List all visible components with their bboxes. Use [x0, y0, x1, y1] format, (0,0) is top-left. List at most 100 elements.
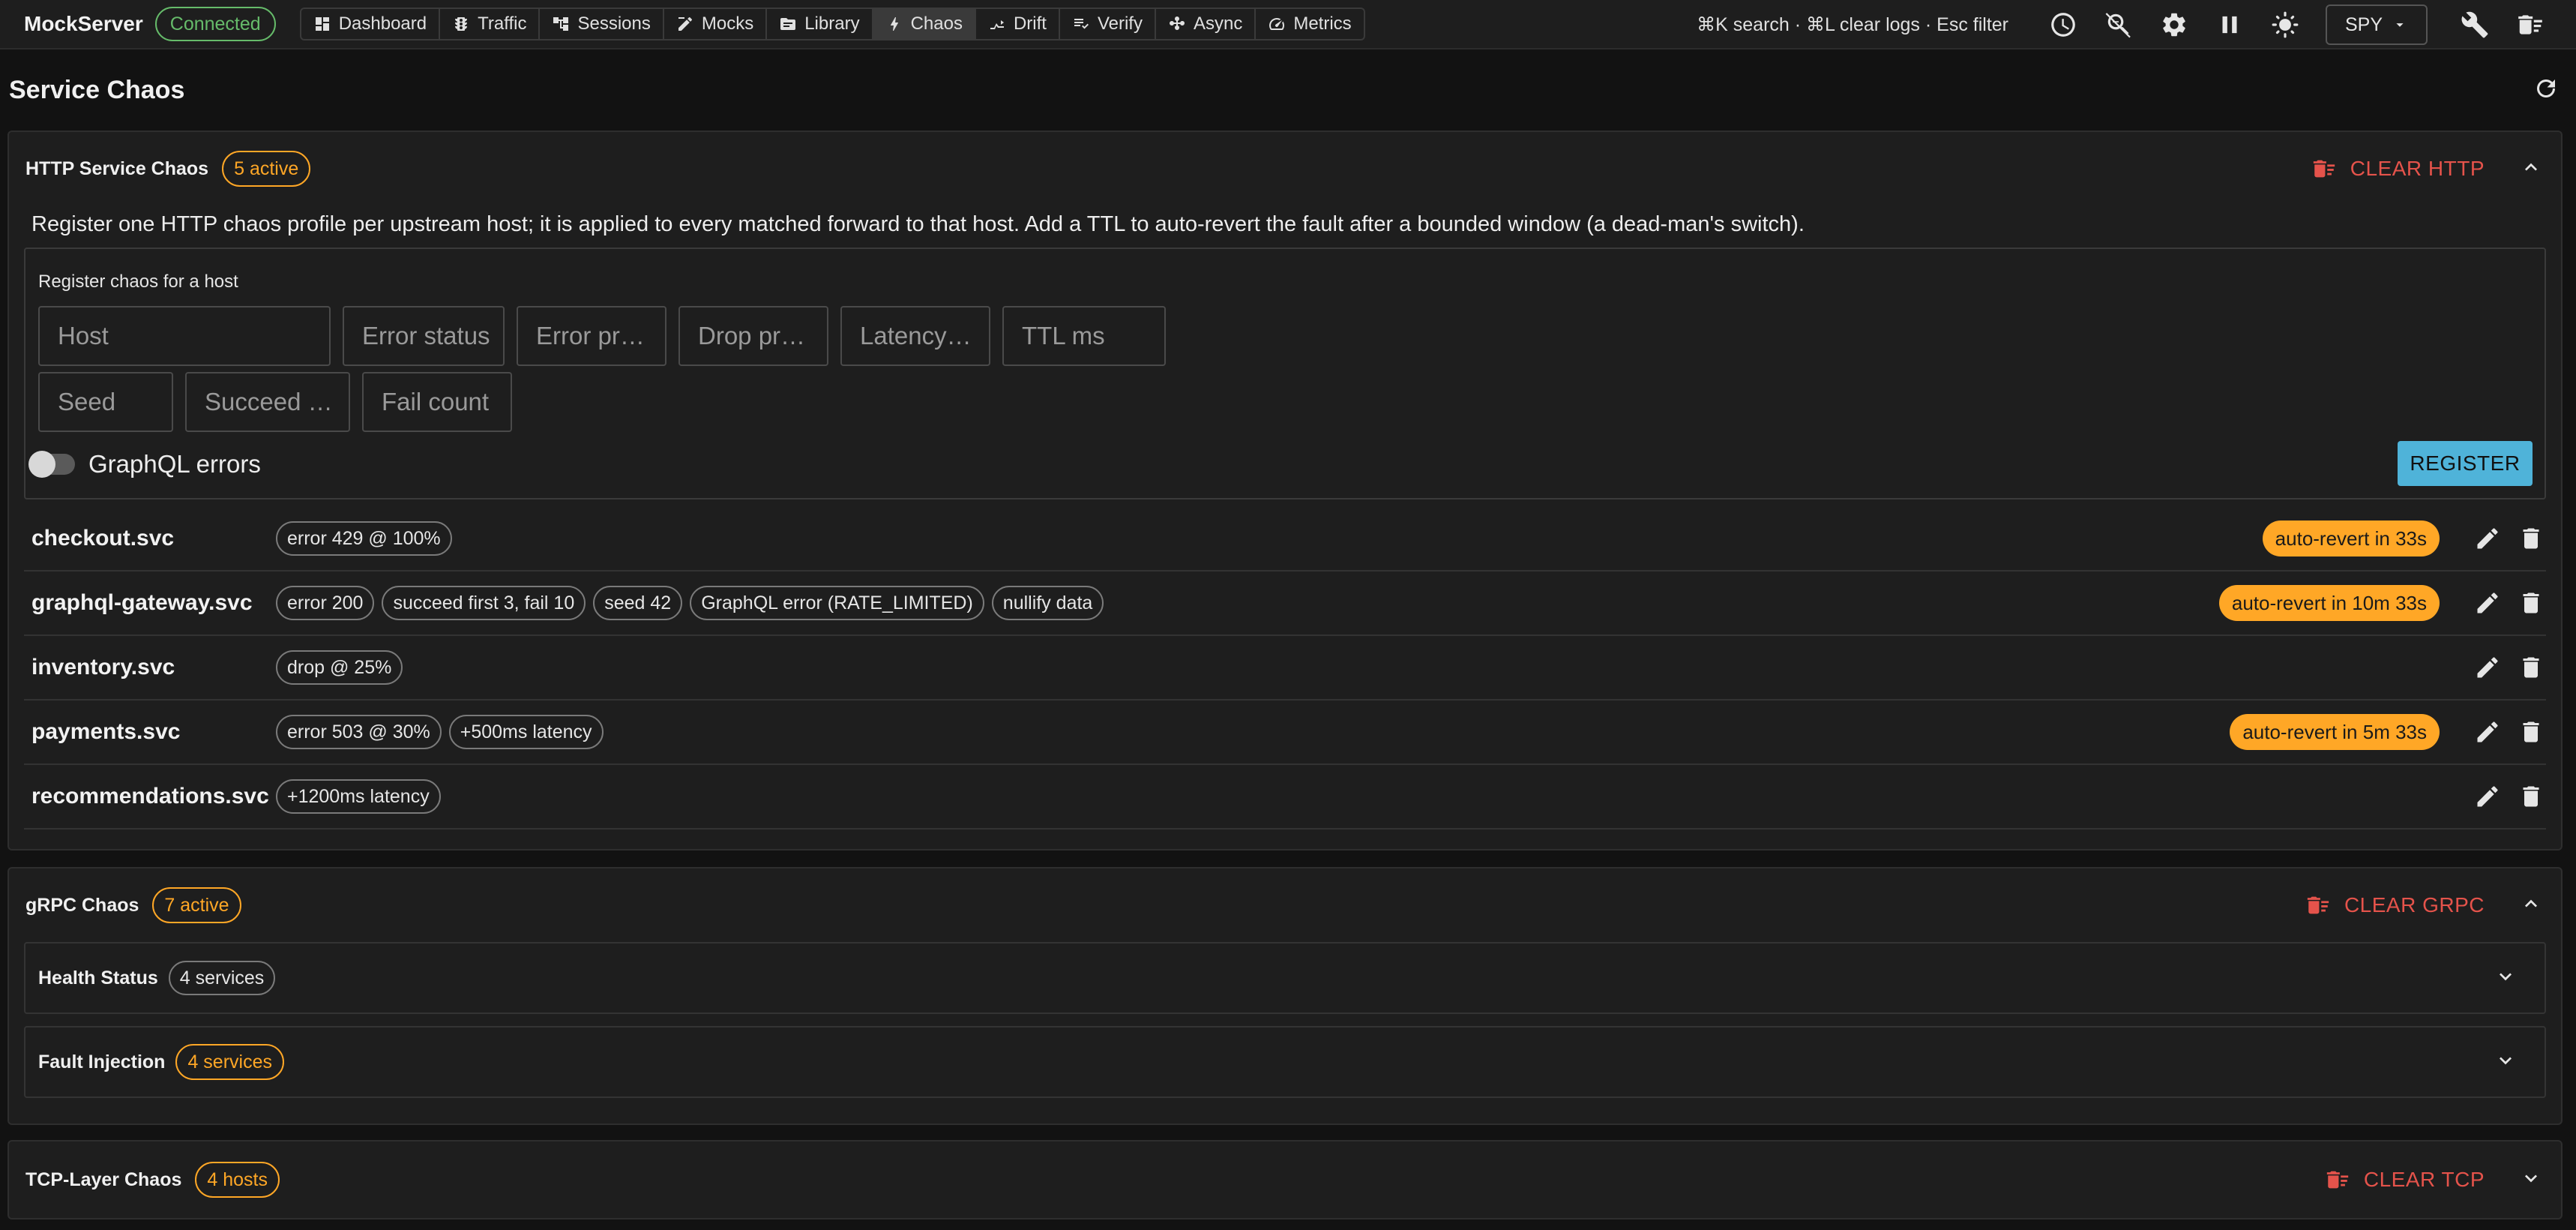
- trash-icon: [2518, 718, 2545, 746]
- ttl-ms-input[interactable]: TTL ms: [1002, 306, 1166, 366]
- fault-tag: nullify data: [991, 586, 1104, 620]
- clear-tcp-button[interactable]: CLEAR TCP: [2325, 1167, 2485, 1192]
- fault-tag: error 429 @ 100%: [276, 521, 452, 556]
- latency-input[interactable]: Latency…: [840, 306, 990, 366]
- expand-health-button[interactable]: [2494, 964, 2518, 992]
- health-status-section[interactable]: Health Status 4 services: [24, 942, 2546, 1014]
- trash-icon: [2518, 590, 2545, 616]
- edit-button[interactable]: [2473, 652, 2503, 682]
- nav-tab-dashboard[interactable]: Dashboard: [301, 9, 441, 39]
- table-row: payments.svc error 503 @ 30% +500ms late…: [24, 700, 2546, 765]
- nav-tab-label: Chaos: [910, 14, 963, 34]
- verify-icon: [1072, 15, 1090, 33]
- health-services-badge: 4 services: [168, 961, 276, 995]
- nav-tab-sessions[interactable]: Sessions: [540, 9, 664, 39]
- seed-input[interactable]: Seed: [38, 372, 173, 432]
- search-off-button[interactable]: [2104, 10, 2134, 40]
- history-button[interactable]: [2048, 10, 2078, 40]
- traffic-icon: [452, 15, 470, 33]
- clear-all-icon: [2305, 892, 2331, 918]
- error-probability-input[interactable]: Error pr…: [517, 306, 666, 366]
- clear-tcp-label: CLEAR TCP: [2363, 1168, 2485, 1191]
- edit-button[interactable]: [2473, 782, 2503, 812]
- nav-tab-metrics[interactable]: Metrics: [1256, 9, 1363, 39]
- tcp-hosts-badge: 4 hosts: [195, 1162, 280, 1198]
- delete-button[interactable]: [2516, 652, 2546, 682]
- mode-select[interactable]: SPY: [2326, 4, 2428, 45]
- http-chaos-header[interactable]: HTTP Service Chaos 5 active CLEAR HTTP: [9, 132, 2561, 206]
- page-title: Service Chaos: [9, 75, 185, 104]
- pencil-icon: [2474, 590, 2501, 616]
- fault-injection-title: Fault Injection: [38, 1051, 166, 1072]
- sessions-icon: [552, 15, 570, 33]
- nav-tab-label: Async: [1193, 14, 1243, 34]
- theme-toggle-button[interactable]: [2270, 10, 2300, 40]
- nav-tab-label: Drift: [1013, 14, 1047, 34]
- clear-grpc-button[interactable]: CLEAR GRPC: [2305, 892, 2485, 918]
- clear-all-icon: [2311, 156, 2337, 182]
- chevron-down-icon: [2494, 964, 2518, 988]
- http-active-badge: 5 active: [222, 151, 311, 187]
- tcp-chaos-title: TCP-Layer Chaos: [25, 1168, 182, 1190]
- delete-button[interactable]: [2516, 717, 2546, 747]
- delete-button[interactable]: [2516, 524, 2546, 554]
- nav-tab-verify[interactable]: Verify: [1060, 9, 1156, 39]
- fail-count-input[interactable]: Fail count: [362, 372, 512, 432]
- host-input[interactable]: Host: [38, 306, 331, 366]
- toggle-track: [28, 451, 75, 478]
- edit-button[interactable]: [2473, 588, 2503, 618]
- host-name: graphql-gateway.svc: [31, 590, 253, 615]
- delete-button[interactable]: [2516, 588, 2546, 618]
- nav-tab-traffic[interactable]: Traffic: [440, 9, 541, 39]
- clear-http-button[interactable]: CLEAR HTTP: [2311, 156, 2485, 182]
- delete-button[interactable]: [2516, 782, 2546, 812]
- top-app-bar: MockServer Connected Dashboard Traffic S…: [0, 0, 2576, 50]
- graphql-errors-toggle[interactable]: GraphQL errors: [28, 450, 261, 478]
- expand-fault-button[interactable]: [2494, 1048, 2518, 1076]
- fault-tag: GraphQL error (RATE_LIMITED): [690, 586, 984, 620]
- drop-probability-input[interactable]: Drop pr…: [678, 306, 828, 366]
- fault-injection-section[interactable]: Fault Injection 4 services: [24, 1026, 2546, 1098]
- caret-down-icon: [2392, 16, 2408, 33]
- settings-button[interactable]: [2159, 10, 2189, 40]
- clear-all-icon: [2516, 10, 2545, 39]
- collapse-grpc-button[interactable]: [2519, 892, 2543, 920]
- pause-icon: [2215, 10, 2244, 39]
- edit-button[interactable]: [2473, 524, 2503, 554]
- speed-icon: [1268, 15, 1286, 33]
- grpc-chaos-title: gRPC Chaos: [25, 894, 139, 916]
- error-status-input[interactable]: Error status: [343, 306, 505, 366]
- http-chaos-card: HTTP Service Chaos 5 active CLEAR HTTP R…: [7, 130, 2563, 850]
- nav-tab-mocks[interactable]: Mocks: [664, 9, 768, 39]
- nav-tab-library[interactable]: Library: [767, 9, 873, 39]
- fault-services-badge: 4 services: [175, 1044, 284, 1080]
- tcp-chaos-header[interactable]: TCP-Layer Chaos 4 hosts CLEAR TCP: [9, 1142, 2561, 1218]
- grpc-active-badge: 7 active: [152, 887, 241, 923]
- register-button[interactable]: REGISTER: [2398, 441, 2533, 486]
- collapse-http-button[interactable]: [2519, 155, 2543, 183]
- page-header: Service Chaos: [0, 50, 2576, 130]
- nav-tab-drift[interactable]: Drift: [976, 9, 1060, 39]
- pause-button[interactable]: [2215, 10, 2245, 40]
- clear-all-button[interactable]: [2515, 10, 2545, 40]
- expand-tcp-button[interactable]: [2519, 1166, 2543, 1194]
- bolt-icon: [885, 15, 903, 33]
- tools-button[interactable]: [2460, 10, 2490, 40]
- pencil-icon: [2474, 525, 2501, 552]
- chevron-up-icon: [2519, 155, 2543, 179]
- refresh-button[interactable]: [2533, 75, 2560, 106]
- nav-tab-async[interactable]: Async: [1156, 9, 1257, 39]
- fault-tag: error 503 @ 30%: [276, 715, 442, 749]
- trash-icon: [2518, 525, 2545, 552]
- app-title: MockServer: [24, 12, 143, 35]
- nav-tab-chaos[interactable]: Chaos: [873, 9, 976, 39]
- succeed-first-input[interactable]: Succeed …: [185, 372, 350, 432]
- clear-http-label: CLEAR HTTP: [2350, 157, 2485, 180]
- drift-icon: [988, 15, 1006, 33]
- grpc-chaos-header[interactable]: gRPC Chaos 7 active CLEAR GRPC: [9, 868, 2561, 942]
- http-chaos-description: Register one HTTP chaos profile per upst…: [31, 212, 1805, 236]
- graphql-errors-label: GraphQL errors: [88, 450, 261, 478]
- edit-button[interactable]: [2473, 717, 2503, 747]
- pencil-icon: [2474, 654, 2501, 681]
- auto-revert-badge: auto-revert in 33s: [2262, 520, 2440, 556]
